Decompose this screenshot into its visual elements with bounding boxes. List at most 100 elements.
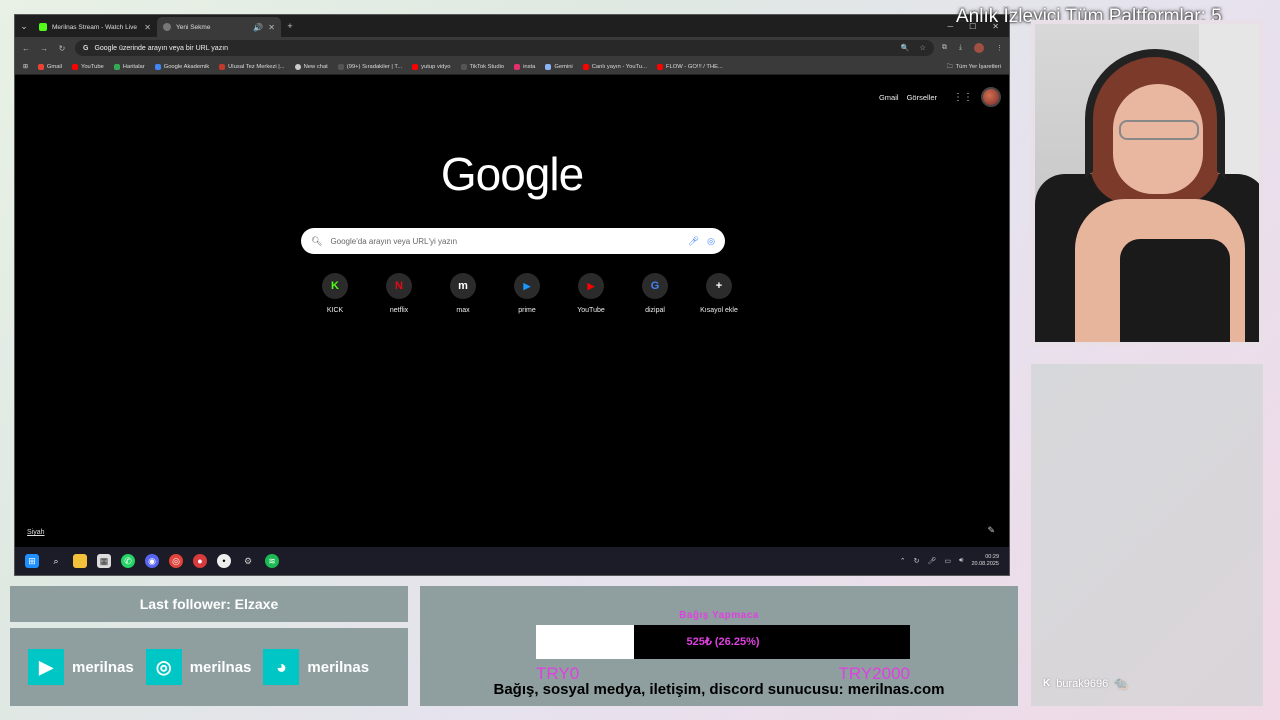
theme-label[interactable]: Siyah — [27, 529, 45, 536]
bookmark-gmail[interactable]: Gmail — [37, 63, 62, 70]
chat-panel: K burak9696 🐀 — [1031, 364, 1263, 706]
bookmark-gemini[interactable]: Gemini — [545, 63, 573, 70]
minimize-icon[interactable]: ─ — [947, 22, 953, 31]
apps-grid-icon[interactable]: ⊞ — [23, 64, 28, 70]
clock[interactable]: 00:29 20.08.2025 — [971, 554, 999, 568]
donation-progress-text: 525₺ (26.25%) — [686, 636, 760, 648]
kick-icon: K — [322, 273, 348, 299]
youtube-icon — [412, 63, 419, 70]
gmail-link[interactable]: Gmail — [879, 93, 899, 102]
kick-favicon-icon — [39, 23, 47, 31]
tab-audio-icon[interactable]: 🔊 — [253, 23, 263, 32]
search-input[interactable] — [330, 236, 680, 246]
discord-icon[interactable]: ◉ — [145, 554, 159, 568]
menu-icon[interactable]: ⋮ — [996, 44, 1003, 52]
gemini-icon — [545, 63, 552, 70]
bookmark-yutup[interactable]: yutup vidyo — [412, 63, 451, 70]
new-tab-button[interactable]: + — [281, 21, 299, 31]
bookmark-live-youtube[interactable]: Canlı yayın - YouTu... — [582, 63, 647, 70]
instagram-icon: ◎ — [145, 649, 182, 685]
microphone-icon[interactable]: 🎤︎ — [928, 557, 937, 565]
time: 00:29 — [985, 554, 999, 560]
emote-icon: 🐀 — [1114, 678, 1128, 690]
bookmark-youtube[interactable]: YouTube — [72, 63, 104, 70]
tab-bar: ⌄ Merilnas Stream - Watch Live o ✕ Yeni … — [15, 15, 1009, 37]
settings-icon[interactable]: ⚙ — [241, 554, 255, 568]
webcam-headset — [1085, 49, 1225, 179]
extensions-icon[interactable]: ⧉ — [942, 44, 947, 52]
store-icon[interactable]: ▦ — [97, 554, 111, 568]
google-lens-icon[interactable]: ◎ — [707, 236, 715, 247]
bookmark-tiktok[interactable]: TikTok Studio — [460, 63, 504, 70]
profile-icon[interactable] — [974, 43, 984, 53]
tab-search-icon[interactable]: ⌄ — [15, 21, 33, 32]
downloads-icon[interactable]: ⤓ — [959, 44, 962, 52]
file-explorer-icon[interactable] — [73, 554, 87, 568]
search-icon[interactable]: ⌕ — [49, 554, 63, 568]
tab-merilnas-stream[interactable]: Merilnas Stream - Watch Live o ✕ — [33, 17, 157, 37]
folder-icon: 🗀 — [946, 63, 953, 70]
add-icon: + — [706, 273, 732, 299]
youtube-icon — [656, 63, 663, 70]
voice-search-icon[interactable]: 🎤︎ — [688, 236, 699, 247]
forward-icon[interactable]: → — [39, 44, 49, 53]
shortcut-add[interactable]: + Kısayol ekle — [687, 273, 751, 314]
bookmark-thesis-center[interactable]: Ulusal Tez Merkezi |... — [219, 63, 285, 70]
max-icon: m — [450, 273, 476, 299]
account-avatar[interactable] — [981, 87, 1001, 107]
chat-username: burak9696 — [1056, 677, 1109, 690]
all-bookmarks[interactable]: 🗀 Tüm Yer İşaretleri — [947, 62, 1001, 72]
bookmark-flow[interactable]: FLOW - GO!!! / THE... — [656, 63, 723, 70]
chrome-favicon-icon — [163, 23, 171, 31]
bookmark-maps[interactable]: Haritalar — [113, 63, 145, 70]
bookmark-scholar[interactable]: Google Akademik — [154, 63, 209, 70]
bookmark-insta[interactable]: insta — [514, 63, 535, 70]
shortcut-label: YouTube — [577, 307, 605, 314]
chrome-icon[interactable]: ◎ — [169, 554, 183, 568]
app-dots-icon[interactable]: • — [217, 554, 231, 568]
images-link[interactable]: Görseller — [907, 93, 937, 102]
tiktok-icon — [460, 63, 467, 70]
google-new-tab-page: Gmail Görseller ⋮⋮ Google 🔍︎ 🎤︎ ◎ K KICK… — [15, 75, 1009, 548]
tab-new-tab[interactable]: Yeni Sekme 🔊 ✕ — [157, 17, 281, 37]
sync-icon[interactable]: ↻ — [914, 557, 920, 565]
discord-icon: ◕ — [263, 649, 300, 685]
app-red-icon[interactable]: ● — [193, 554, 207, 568]
social-label: merilnas — [72, 658, 134, 676]
social-discord: ◕ merilnas — [263, 649, 369, 685]
shortcut-youtube[interactable]: ▶ YouTube — [559, 273, 623, 314]
prime-icon: ▶ — [514, 273, 540, 299]
chevron-up-icon[interactable]: ⌃ — [900, 557, 906, 565]
windows-start-icon[interactable]: ⊞ — [25, 554, 39, 568]
donation-info: Bağış, sosyal medya, iletişim, discord s… — [493, 681, 945, 698]
bookmark-star-icon[interactable]: ☆ — [920, 44, 926, 52]
spotify-icon[interactable]: ≋ — [265, 554, 279, 568]
volume-icon[interactable]: 🔊︎ — [959, 557, 963, 565]
bookmark-new-chat[interactable]: New chat — [294, 63, 328, 70]
shortcut-kick[interactable]: K KICK — [303, 273, 367, 314]
customize-pencil-icon[interactable]: ✎ — [987, 525, 995, 536]
google-apps-icon[interactable]: ⋮⋮ — [953, 92, 973, 103]
google-search-box[interactable]: 🔍︎ 🎤︎ ◎ — [301, 228, 725, 254]
youtube-icon: ▶ — [28, 649, 64, 685]
tab-close-icon[interactable]: ✕ — [268, 23, 275, 32]
back-icon[interactable]: ← — [21, 44, 31, 53]
shortcut-prime[interactable]: ▶ prime — [495, 273, 559, 314]
zoom-icon[interactable]: 🔍 — [901, 44, 910, 52]
shortcut-dizipal[interactable]: G dizipal — [623, 273, 687, 314]
shortcut-netflix[interactable]: N netflix — [367, 273, 431, 314]
social-instagram: ◎ merilnas — [145, 649, 251, 685]
shortcut-label: netflix — [389, 307, 409, 314]
shortcut-max[interactable]: m max — [431, 273, 495, 314]
display-icon[interactable]: ▭ — [944, 557, 951, 565]
bookmark-following[interactable]: (99+) Sıradakiler | T... — [337, 63, 402, 70]
address-bar[interactable]: G Google üzerinde arayın veya bir URL ya… — [75, 40, 934, 56]
tab-label: Yeni Sekme — [176, 23, 211, 31]
webcam-feed — [1031, 20, 1263, 346]
tab-close-icon[interactable]: ✕ — [144, 23, 151, 32]
youtube-icon — [72, 63, 78, 70]
whatsapp-icon[interactable]: ✆ — [121, 554, 135, 568]
last-follower: Last follower: Elzaxe — [10, 586, 408, 622]
reload-icon[interactable]: ↻ — [57, 44, 67, 53]
thesis-icon — [219, 63, 226, 70]
